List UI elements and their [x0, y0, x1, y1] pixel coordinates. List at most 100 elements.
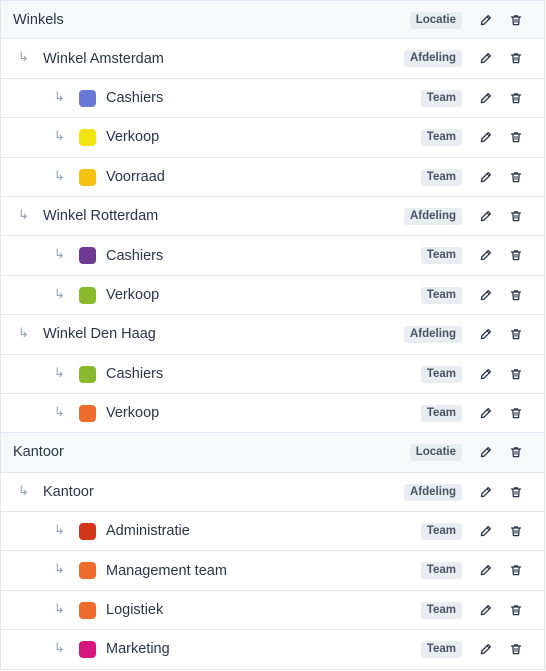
org-structure-tree: Winkels Locatie ↳ Winkel Amsterdam Afdeling ↳… [0, 0, 545, 670]
team-color-swatch [79, 404, 96, 422]
child-arrow-icon: ↳ [54, 403, 65, 419]
delete-trash-icon[interactable] [507, 561, 525, 579]
team-color-swatch [79, 89, 96, 107]
team-color-swatch [79, 601, 96, 619]
team-name: Verkoop [106, 129, 160, 146]
location-name: Winkels [13, 11, 64, 28]
delete-trash-icon[interactable] [507, 483, 525, 501]
team-name: Marketing [106, 641, 170, 658]
team-type-badge: Team [420, 562, 462, 580]
delete-trash-icon[interactable] [507, 128, 525, 146]
edit-pencil-icon[interactable] [477, 404, 495, 422]
edit-pencil-icon[interactable] [477, 49, 495, 67]
team-row: ↳ Administratie Team [1, 512, 544, 552]
team-type-badge: Team [420, 601, 462, 619]
edit-pencil-icon[interactable] [477, 168, 495, 186]
delete-trash-icon[interactable] [507, 49, 525, 67]
child-arrow-icon: ↳ [54, 561, 65, 577]
team-color-swatch [79, 247, 96, 265]
location-type-badge: Locatie [409, 444, 462, 462]
department-name: Winkel Amsterdam [43, 50, 164, 67]
delete-trash-icon[interactable] [507, 11, 525, 29]
child-arrow-icon: ↳ [54, 246, 65, 262]
edit-pencil-icon[interactable] [477, 207, 495, 225]
edit-pencil-icon[interactable] [477, 483, 495, 501]
delete-trash-icon[interactable] [507, 640, 525, 658]
team-color-swatch [79, 365, 96, 383]
team-row: ↳ Cashiers Team [1, 355, 544, 394]
department-type-badge: Afdeling [404, 483, 462, 501]
child-arrow-icon: ↳ [18, 325, 29, 341]
child-arrow-icon: ↳ [18, 206, 29, 222]
edit-pencil-icon[interactable] [477, 246, 495, 264]
child-arrow-icon: ↳ [54, 522, 65, 538]
location-row: Winkels Locatie [1, 0, 544, 40]
delete-trash-icon[interactable] [507, 207, 525, 225]
department-row: ↳ Winkel Den Haag Afdeling [1, 315, 544, 355]
child-arrow-icon: ↳ [54, 600, 65, 616]
edit-pencil-icon[interactable] [477, 443, 495, 461]
delete-trash-icon[interactable] [507, 246, 525, 264]
edit-pencil-icon[interactable] [477, 601, 495, 619]
child-arrow-icon: ↳ [54, 128, 65, 144]
team-row: ↳ Logistiek Team [1, 591, 544, 631]
team-type-badge: Team [420, 168, 462, 186]
team-name: Cashiers [106, 247, 164, 264]
delete-trash-icon[interactable] [507, 404, 525, 422]
team-type-badge: Team [420, 365, 462, 383]
child-arrow-icon: ↳ [54, 640, 65, 656]
child-arrow-icon: ↳ [18, 49, 29, 65]
edit-pencil-icon[interactable] [477, 522, 495, 540]
team-type-badge: Team [420, 286, 462, 304]
team-type-badge: Team [420, 89, 462, 107]
department-name: Winkel Den Haag [43, 326, 156, 343]
team-color-swatch [79, 641, 96, 659]
team-name: Administratie [106, 523, 190, 540]
team-type-badge: Team [420, 523, 462, 541]
team-row: ↳ Management team Team [1, 551, 544, 591]
edit-pencil-icon[interactable] [477, 89, 495, 107]
delete-trash-icon[interactable] [507, 168, 525, 186]
edit-pencil-icon[interactable] [477, 11, 495, 29]
edit-pencil-icon[interactable] [477, 365, 495, 383]
child-arrow-icon: ↳ [18, 482, 29, 498]
team-row: ↳ Verkoop Team [1, 276, 544, 316]
department-name: Winkel Rotterdam [43, 208, 159, 225]
team-name: Voorraad [106, 168, 165, 185]
team-color-swatch [79, 523, 96, 541]
delete-trash-icon[interactable] [507, 601, 525, 619]
delete-trash-icon[interactable] [507, 443, 525, 461]
team-type-badge: Team [420, 641, 462, 659]
team-row: ↳ Cashiers Team [1, 79, 544, 119]
team-color-swatch [79, 168, 96, 186]
team-row: ↳ Verkoop Team [1, 118, 544, 158]
edit-pencil-icon[interactable] [477, 561, 495, 579]
team-color-swatch [79, 129, 96, 147]
child-arrow-icon: ↳ [54, 167, 65, 183]
edit-pencil-icon[interactable] [477, 325, 495, 343]
team-name: Logistiek [106, 602, 164, 619]
department-row: ↳ Kantoor Afdeling [1, 473, 544, 513]
location-name: Kantoor [13, 444, 64, 461]
location-type-badge: Locatie [409, 12, 462, 29]
team-type-badge: Team [420, 129, 462, 147]
delete-trash-icon[interactable] [507, 89, 525, 107]
team-type-badge: Team [420, 404, 462, 422]
delete-trash-icon[interactable] [507, 325, 525, 343]
delete-trash-icon[interactable] [507, 365, 525, 383]
department-type-badge: Afdeling [404, 50, 462, 68]
child-arrow-icon: ↳ [54, 88, 65, 104]
location-row: Kantoor Locatie [1, 433, 544, 473]
child-arrow-icon: ↳ [54, 364, 65, 380]
department-row: ↳ Winkel Amsterdam Afdeling [1, 39, 544, 79]
delete-trash-icon[interactable] [507, 522, 525, 540]
edit-pencil-icon[interactable] [477, 640, 495, 658]
edit-pencil-icon[interactable] [477, 286, 495, 304]
team-name: Verkoop [106, 286, 160, 303]
team-row: ↳ Verkoop Team [1, 394, 544, 434]
edit-pencil-icon[interactable] [477, 128, 495, 146]
team-row: ↳ Voorraad Team [1, 158, 544, 197]
delete-trash-icon[interactable] [507, 286, 525, 304]
team-row: ↳ Marketing Team [1, 630, 544, 670]
team-name: Cashiers [106, 89, 164, 106]
